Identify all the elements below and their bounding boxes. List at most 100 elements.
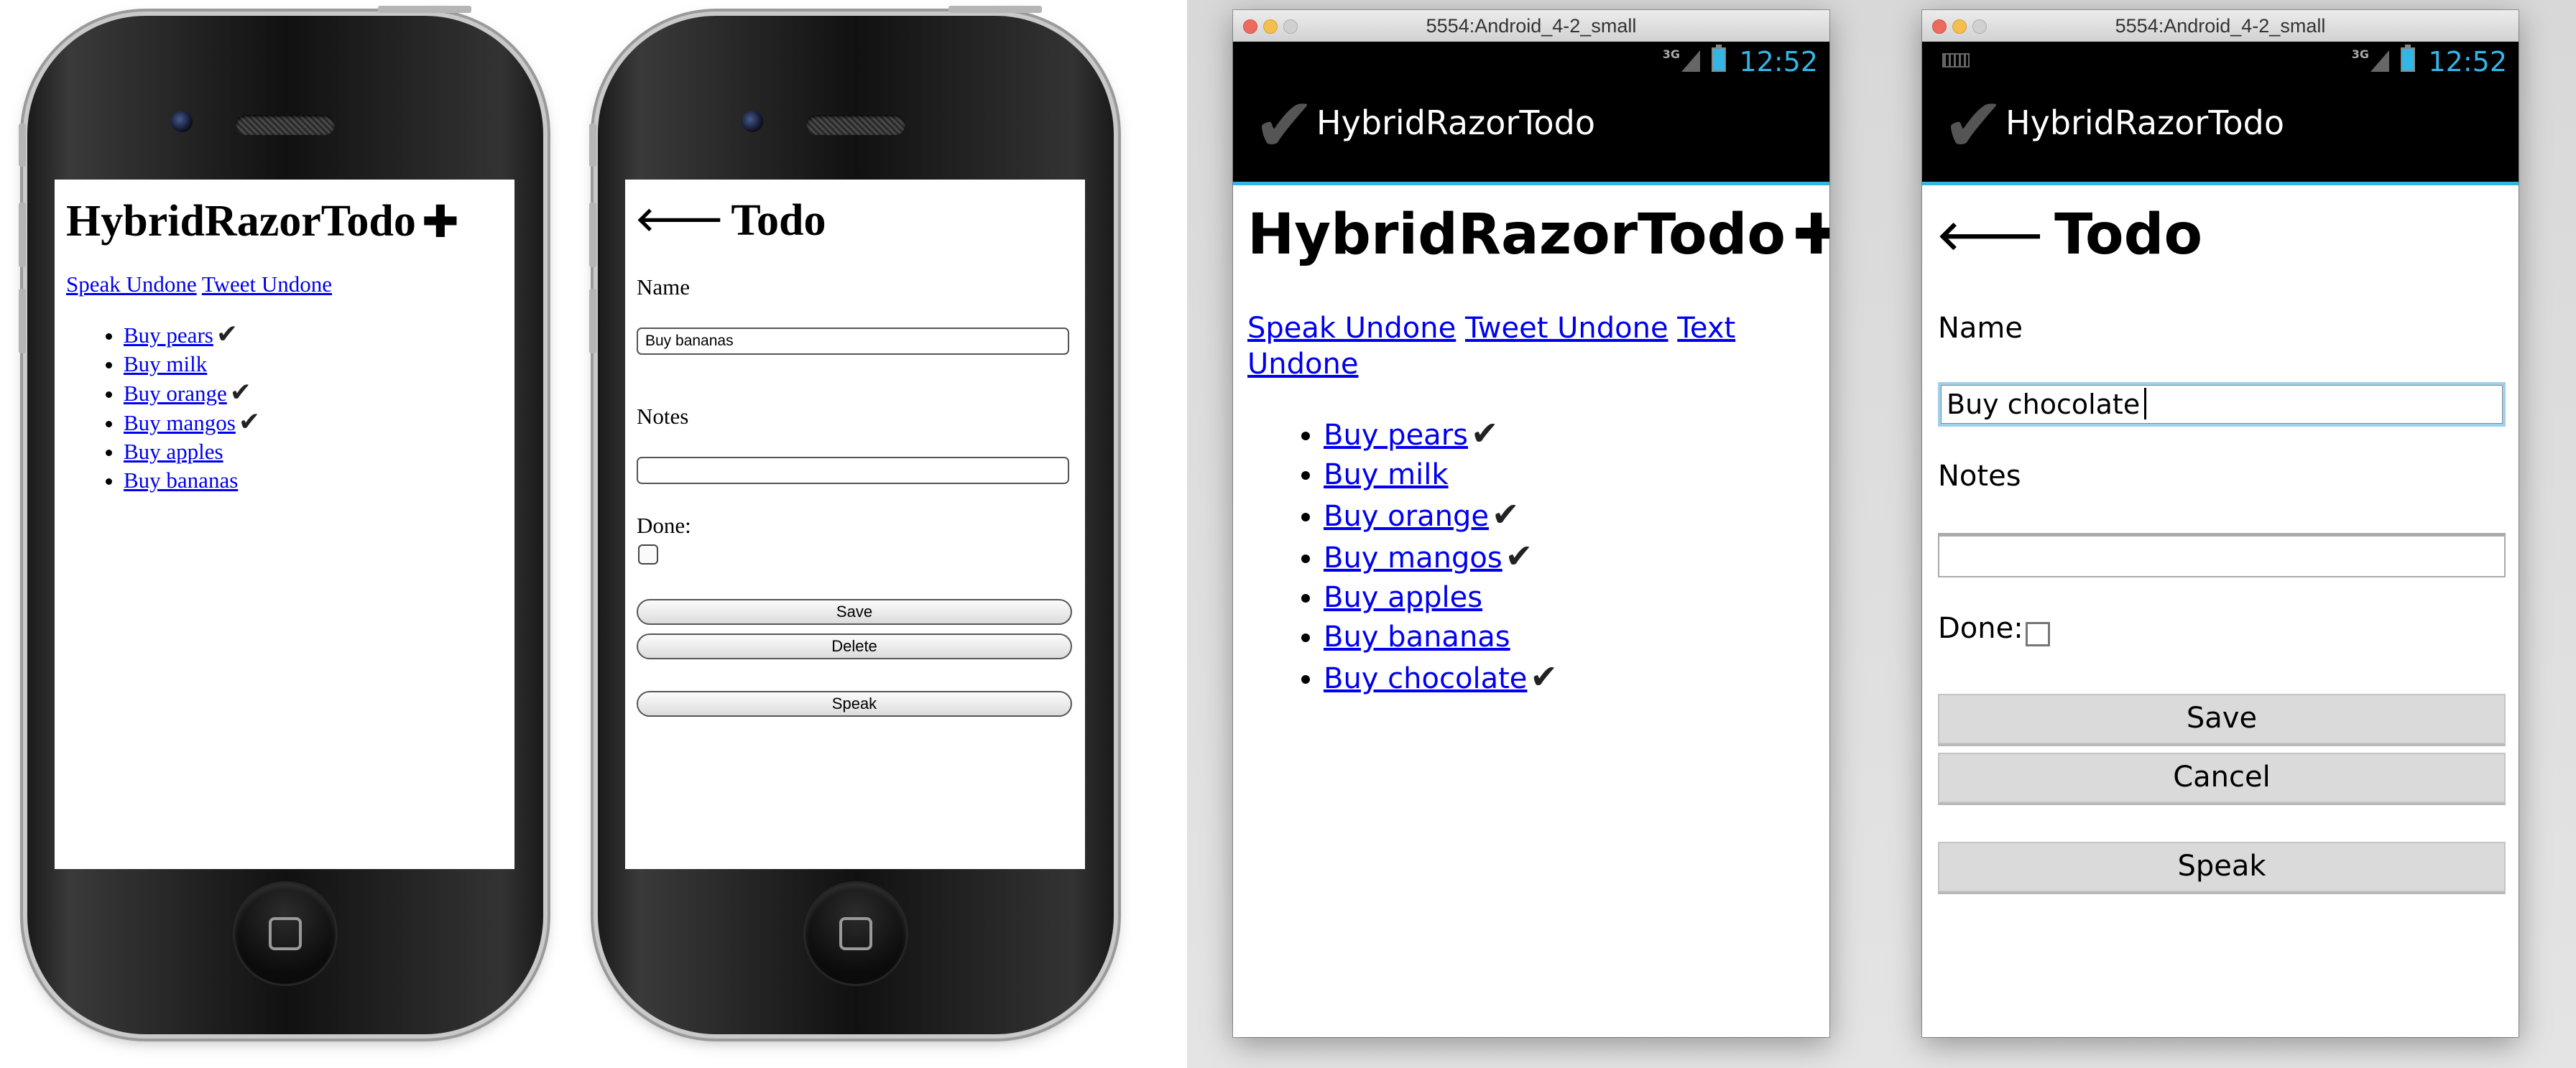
status-bar: 3G 12:52 bbox=[1233, 42, 1829, 78]
tweet-undone-link[interactable]: Tweet Undone bbox=[202, 271, 332, 297]
mute-switch bbox=[589, 124, 596, 167]
name-field-value: Buy chocolate bbox=[1947, 389, 2141, 420]
done-check-icon: ✔ bbox=[1530, 657, 1558, 696]
tweet-undone-link[interactable]: Tweet Undone bbox=[1465, 312, 1668, 345]
todo-item-link[interactable]: Buy mangos bbox=[1324, 542, 1502, 575]
home-button[interactable] bbox=[805, 883, 906, 984]
front-camera-icon bbox=[742, 111, 763, 132]
signal-icon bbox=[1681, 50, 1700, 72]
list-item: Buy milk bbox=[1324, 455, 1558, 495]
plus-icon[interactable]: ✚ bbox=[422, 195, 459, 248]
notes-label: Notes bbox=[637, 404, 689, 429]
minimize-window-button[interactable] bbox=[1263, 19, 1278, 34]
page-title-text: Todo bbox=[2054, 203, 2203, 267]
list-item: Buy orange✔ bbox=[124, 379, 260, 408]
window-titlebar[interactable]: 5554:Android_4-2_small bbox=[1233, 10, 1829, 42]
list-item: Buy apples bbox=[1324, 578, 1558, 618]
notes-field[interactable] bbox=[637, 457, 1069, 484]
notes-field[interactable] bbox=[1938, 533, 2506, 577]
signal-icon bbox=[2370, 50, 2389, 72]
list-item: Buy orange✔ bbox=[1324, 495, 1558, 537]
keyboard-icon bbox=[1942, 53, 1970, 68]
speak-button[interactable]: Speak bbox=[637, 691, 1072, 717]
done-label: Done: bbox=[637, 513, 691, 538]
list-item: Buy bananas bbox=[124, 466, 260, 495]
page-title-text: HybridRazorTodo bbox=[1247, 203, 1786, 267]
iphone-simulator-list: HybridRazorTodo ✚ Speak Undone Tweet Undo… bbox=[19, 6, 543, 1034]
todo-item-link[interactable]: Buy apples bbox=[124, 439, 223, 464]
done-label: Done: bbox=[1938, 612, 2023, 645]
close-window-button[interactable] bbox=[1243, 19, 1257, 34]
home-button[interactable] bbox=[235, 883, 336, 984]
earpiece-speaker bbox=[236, 115, 335, 135]
window-titlebar[interactable]: 5554:Android_4-2_small bbox=[1922, 10, 2519, 42]
page-title: 🡐 Todo bbox=[635, 195, 826, 246]
power-button bbox=[378, 6, 471, 13]
close-window-button[interactable] bbox=[1932, 19, 1947, 34]
volume-down-button bbox=[19, 289, 26, 353]
plus-icon[interactable]: ✚ bbox=[1793, 203, 1829, 267]
todo-item-link[interactable]: Buy milk bbox=[124, 351, 207, 376]
action-links: Speak Undone Tweet Undone bbox=[66, 271, 332, 297]
todo-item-link[interactable]: Buy pears bbox=[124, 322, 213, 348]
list-item: Buy mangos✔ bbox=[1324, 537, 1558, 578]
android-emulator-edit: 5554:Android_4-2_small 3G 12:52 ✔ Hybrid… bbox=[1922, 10, 2519, 1037]
todo-item-link[interactable]: Buy bananas bbox=[124, 468, 238, 493]
todo-item-link[interactable]: Buy orange bbox=[124, 381, 227, 406]
todo-item-link[interactable]: Buy bananas bbox=[1324, 621, 1510, 654]
done-checkbox[interactable] bbox=[2026, 622, 2050, 646]
action-bar: ✔ HybridRazorTodo bbox=[1922, 78, 2519, 185]
mute-switch bbox=[19, 124, 26, 167]
window-title: 5554:Android_4-2_small bbox=[2115, 15, 2326, 37]
volume-down-button bbox=[589, 289, 596, 353]
earpiece-speaker bbox=[806, 115, 905, 135]
done-check-icon: ✔ bbox=[1470, 414, 1499, 452]
power-button bbox=[948, 6, 1042, 13]
todo-item-link[interactable]: Buy chocolate bbox=[1324, 662, 1527, 695]
done-check-icon: ✔ bbox=[229, 378, 251, 407]
name-field[interactable]: Buy chocolate bbox=[1938, 382, 2506, 427]
done-check-icon: ✔ bbox=[216, 320, 239, 349]
delete-button[interactable]: Delete bbox=[637, 633, 1072, 659]
list-item: Buy milk bbox=[124, 350, 260, 379]
page-title: 🡐 Todo bbox=[1936, 203, 2202, 267]
save-button[interactable]: Save bbox=[1938, 694, 2506, 744]
app-title: HybridRazorTodo bbox=[1316, 103, 1596, 142]
list-item: Buy chocolate✔ bbox=[1324, 657, 1558, 699]
iphone-simulator-edit: 🡐Todo Name Notes Done: Save Delete Speak bbox=[589, 6, 1114, 1034]
zoom-window-button[interactable] bbox=[1283, 19, 1298, 34]
zoom-window-button[interactable] bbox=[1972, 19, 1987, 34]
speak-button[interactable]: Speak bbox=[1938, 842, 2506, 892]
todo-list: Buy pears✔Buy milkBuy orange✔Buy mangos✔… bbox=[1233, 414, 1558, 699]
done-check-icon: ✔ bbox=[1491, 495, 1520, 534]
todo-item-link[interactable]: Buy orange bbox=[1324, 500, 1489, 533]
status-time: 12:52 bbox=[2428, 46, 2507, 78]
name-field[interactable] bbox=[637, 328, 1069, 355]
minimize-window-button[interactable] bbox=[1952, 19, 1967, 34]
volume-up-button bbox=[589, 203, 596, 267]
list-item: Buy apples bbox=[124, 437, 260, 466]
save-button[interactable]: Save bbox=[637, 599, 1072, 625]
android-emulator-list: 5554:Android_4-2_small 3G 12:52 ✔ Hybrid… bbox=[1233, 10, 1829, 1037]
action-links: Speak Undone Tweet Undone Text Undone bbox=[1247, 310, 1793, 382]
todo-item-link[interactable]: Buy milk bbox=[1324, 458, 1449, 491]
todo-item-link[interactable]: Buy mangos bbox=[124, 410, 236, 435]
todo-item-link[interactable]: Buy pears bbox=[1324, 419, 1468, 452]
speak-undone-link[interactable]: Speak Undone bbox=[66, 271, 197, 297]
name-label: Name bbox=[1938, 312, 2023, 345]
back-arrow-icon[interactable]: 🡐 bbox=[635, 200, 724, 238]
page-title: HybridRazorTodo ✚ bbox=[66, 195, 459, 248]
network-type: 3G bbox=[1662, 47, 1680, 61]
back-arrow-icon[interactable]: 🡐 bbox=[1936, 213, 2044, 259]
speak-undone-link[interactable]: Speak Undone bbox=[1247, 312, 1456, 345]
name-label: Name bbox=[637, 274, 691, 299]
home-square-icon bbox=[839, 917, 872, 950]
notes-label: Notes bbox=[1938, 460, 2021, 493]
todo-item-link[interactable]: Buy apples bbox=[1324, 581, 1482, 614]
status-time: 12:52 bbox=[1739, 46, 1818, 78]
done-checkbox[interactable] bbox=[638, 544, 658, 565]
text-cursor bbox=[2144, 388, 2147, 419]
home-square-icon bbox=[269, 917, 302, 950]
page-title-text: HybridRazorTodo bbox=[66, 197, 416, 246]
cancel-button[interactable]: Cancel bbox=[1938, 753, 2506, 803]
